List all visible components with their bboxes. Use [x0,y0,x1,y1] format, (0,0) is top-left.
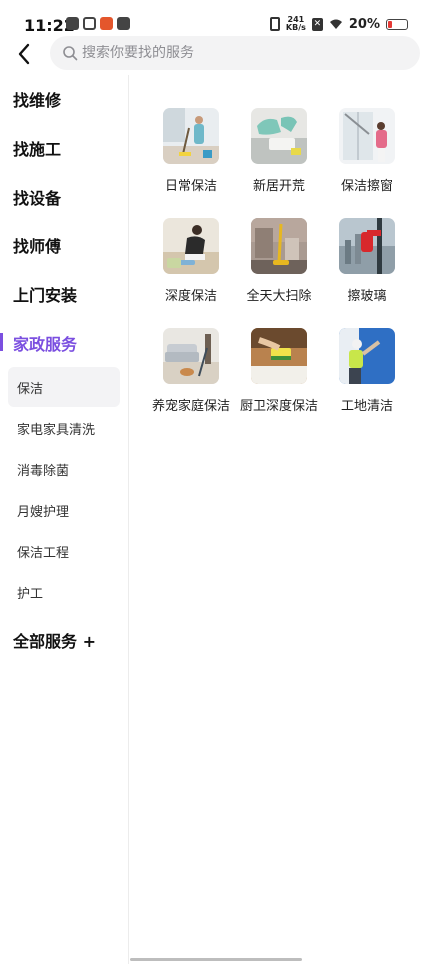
service-daily-cleaning[interactable]: 日常保洁 [147,108,235,206]
vacuum-cleaning-photo [251,218,307,274]
app-notification-icon [66,17,79,30]
category-sidebar: 找维修 找施工 找设备 找师傅 上门安装 家政服务 保洁 家电家具清洗 消毒除菌… [0,75,129,964]
subcategory-maternity-care[interactable]: 月嫂护理 [8,490,120,530]
sim-off-icon: ✕ [311,17,323,31]
subcategory-caregiver[interactable]: 护工 [8,572,120,612]
service-label: 养宠家庭保洁 [151,399,230,414]
app-notification-icon [83,17,96,30]
sponge-countertop-photo [251,328,307,384]
status-indicators: 241 KB/s ✕ 20% [269,16,408,32]
category-construction[interactable]: 找施工 [0,128,128,168]
service-full-day-cleaning[interactable]: 全天大扫除 [235,218,323,316]
service-move-in-cleaning[interactable]: 新居开荒 [235,108,323,206]
service-pet-home-cleaning[interactable]: 养宠家庭保洁 [147,328,235,426]
service-glass-cleaning[interactable]: 擦玻璃 [323,218,411,316]
category-housekeeping[interactable]: 家政服务 [0,323,128,363]
service-label: 擦玻璃 [347,289,387,304]
app-notification-icon [100,17,113,30]
service-window-cleaning[interactable]: 保洁擦窗 [323,108,411,206]
service-label: 厨卫深度保洁 [239,399,318,414]
service-kitchen-bath-cleaning[interactable]: 厨卫深度保洁 [235,328,323,426]
wifi-icon [329,19,342,29]
network-speed-unit: KB/s [285,23,306,32]
service-label: 日常保洁 [164,179,217,194]
service-label: 全天大扫除 [246,289,312,304]
search-bar[interactable] [50,36,420,70]
home-indicator[interactable] [130,958,302,961]
service-label: 保洁擦窗 [340,179,393,194]
category-all-services[interactable]: 全部服务 + [0,620,128,660]
battery-icon [386,18,408,30]
service-deep-cleaning[interactable]: 深度保洁 [147,218,235,316]
category-repair[interactable]: 找维修 [0,79,128,119]
back-button[interactable] [10,40,38,68]
floor-scrubbing-photo [163,218,219,274]
battery-percent: 20% [348,16,380,32]
subcategory-appliance-cleaning[interactable]: 家电家具清洗 [8,408,120,448]
subcategory-disinfection[interactable]: 消毒除菌 [8,449,120,489]
gloved-hand-cleaning-photo [251,108,307,164]
glass-squeegee-photo [339,218,395,274]
category-technician[interactable]: 找师傅 [0,225,128,265]
subcategory-cleaning-project[interactable]: 保洁工程 [8,531,120,571]
mopping-photo [163,108,219,164]
service-label: 工地清洁 [340,399,393,414]
service-label: 新居开荒 [252,179,305,194]
worker-wall-cleaning-photo [339,328,395,384]
pet-living-room-photo [163,328,219,384]
search-icon [63,46,78,61]
notification-icons [66,17,130,30]
window-wiping-photo [339,108,395,164]
service-label: 深度保洁 [164,289,217,304]
category-equipment[interactable]: 找设备 [0,177,128,217]
subcategory-cleaning[interactable]: 保洁 [8,367,120,407]
service-construction-site-cleaning[interactable]: 工地清洁 [323,328,411,426]
search-input[interactable] [82,45,382,61]
mail-notification-icon [117,17,130,30]
chevron-left-icon [18,43,30,65]
category-installation[interactable]: 上门安装 [0,274,128,314]
vibrate-icon [269,17,280,31]
network-speed: 241 KB/s [286,16,306,32]
